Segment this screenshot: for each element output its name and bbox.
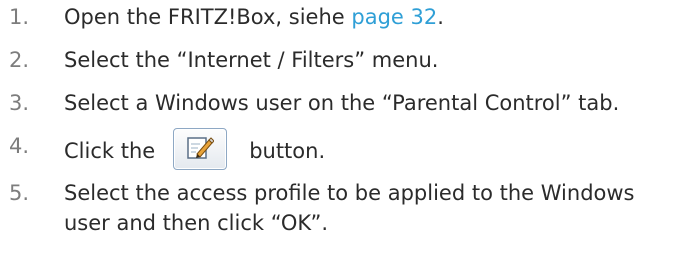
edit-button[interactable] [173,128,228,170]
step-text: Select a Windows user on the “Parental C… [64,91,620,115]
step-text: Select the access profile to be applied … [64,178,684,238]
step-text: Click the button. [64,128,684,173]
step-text: Open the FRITZ!Box, siehe page 32. [64,2,684,32]
step-number: 1. [9,5,30,29]
step-text-line-1: Select the access profile to be applied … [64,181,635,205]
edit-icon [187,137,215,159]
step-text-start: Click the [64,139,156,163]
step-number: 5. [9,181,30,205]
step-number: 4. [9,134,30,158]
step-text: Select the “Internet / Filters” menu. [64,48,439,72]
page-link[interactable]: page 32 [351,5,437,29]
step-number: 2. [9,48,30,72]
step-text-line-2: user and then click “OK”. [64,211,329,235]
step-text-start: Open the FRITZ!Box, siehe [64,5,352,29]
step-text-end: . [437,5,444,29]
step-number: 3. [9,91,30,115]
step-text-end: button. [249,139,326,163]
